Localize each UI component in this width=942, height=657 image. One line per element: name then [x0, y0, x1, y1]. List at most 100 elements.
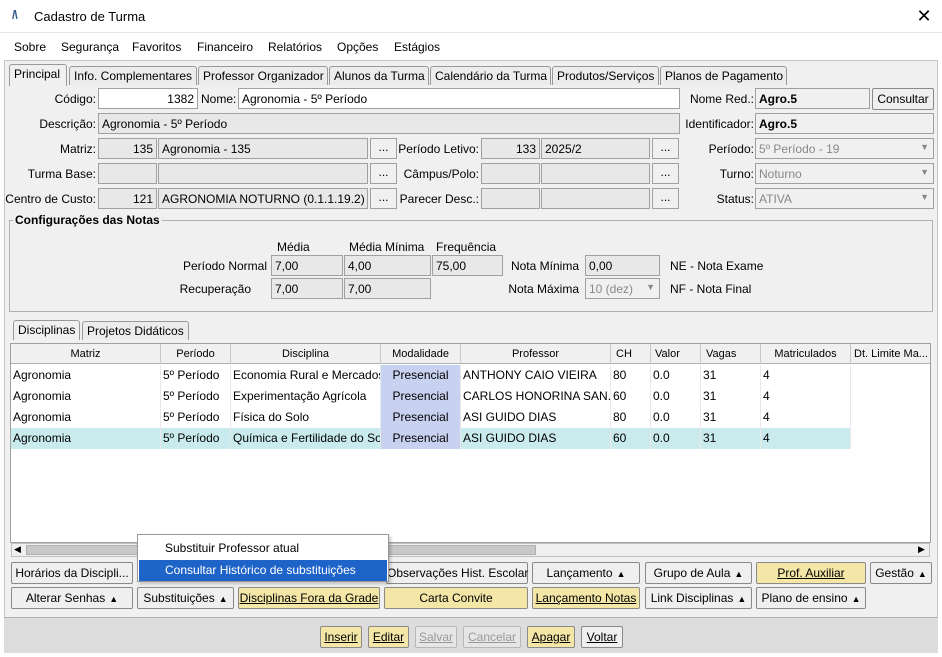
cell-valor: 0.0 [651, 386, 701, 407]
tab-alunos-turma[interactable]: Alunos da Turma [329, 66, 429, 85]
cell-matriculados: 4 [761, 365, 851, 386]
tab-produtos-servicos[interactable]: Produtos/Serviços [552, 66, 659, 85]
pn-frequencia-field[interactable]: 75,00 [432, 255, 503, 276]
observacoes-hist-button[interactable]: Observações Hist. Escolar [386, 562, 528, 584]
tab-info-complementares[interactable]: Info. Complementares [69, 66, 197, 85]
matriz-lookup-button[interactable]: ... [370, 138, 397, 159]
periodo-letivo-code-field[interactable]: 133 [481, 138, 540, 159]
centro-custo-lookup-button[interactable]: ... [370, 188, 397, 209]
menu-seguranca[interactable]: Segurança [61, 40, 119, 54]
col-matriz[interactable]: Matriz [11, 344, 161, 364]
tab-projetos-didaticos[interactable]: Projetos Didáticos [82, 321, 189, 340]
menu-estagios[interactable]: Estágios [394, 40, 440, 54]
salvar-button[interactable]: Salvar [415, 626, 457, 648]
lancamento-notas-button[interactable]: Lançamento Notas [532, 587, 640, 609]
link-disciplinas-button[interactable]: Link Disciplinas ▲ [645, 587, 752, 609]
tab-calendario-turma[interactable]: Calendário da Turma [430, 66, 551, 85]
plano-ensino-button[interactable]: Plano de ensino ▲ [756, 587, 866, 609]
voltar-button[interactable]: Voltar [581, 626, 623, 648]
campus-code-field[interactable] [481, 163, 540, 184]
carta-convite-button[interactable]: Carta Convite [384, 587, 528, 609]
menu-financeiro[interactable]: Financeiro [197, 40, 253, 54]
nota-maxima-select[interactable]: 10 (dez) ▼ [585, 278, 660, 299]
disciplinas-grid: Matriz Período Disciplina Modalidade Pro… [10, 343, 931, 543]
cell-matriculados: 4 [761, 407, 851, 428]
substituir-professor-item[interactable]: Substituir Professor atual [139, 538, 387, 559]
matriz-name-field: Agronomia - 135 [158, 138, 368, 159]
cell-periodo: 5º Período [161, 407, 231, 428]
parecer-code-field[interactable] [481, 188, 540, 209]
col-modalidade[interactable]: Modalidade [381, 344, 461, 364]
tab-planos-pagamento[interactable]: Planos de Pagamento [660, 66, 787, 85]
caret-up-icon: ▲ [737, 594, 747, 604]
tab-disciplinas[interactable]: Disciplinas [13, 320, 80, 340]
nota-minima-field[interactable]: 0,00 [585, 255, 660, 276]
cell-disciplina: Experimentação Agrícola [231, 386, 381, 407]
disciplinas-fora-grade-button[interactable]: Disciplinas Fora da Grade [238, 587, 380, 609]
codigo-field[interactable]: 1382 [98, 88, 198, 109]
turno-label: Turno: [719, 167, 754, 181]
link-disciplinas-label: Link Disciplinas [650, 591, 734, 605]
pn-media-field[interactable]: 7,00 [271, 255, 343, 276]
codigo-label: Código: [54, 92, 96, 106]
status-select[interactable]: ATIVA ▼ [755, 188, 934, 209]
scroll-left-icon[interactable]: ◀ [14, 544, 21, 555]
turma-base-lookup-button[interactable]: ... [370, 163, 397, 184]
menu-sobre[interactable]: Sobre [14, 40, 46, 54]
rec-media-field[interactable]: 7,00 [271, 278, 343, 299]
cell-matriz: Agronomia [11, 407, 161, 428]
col-matriculados[interactable]: Matriculados [761, 344, 851, 364]
rec-media-minima-field[interactable]: 7,00 [344, 278, 431, 299]
parecer-lookup-button[interactable]: ... [652, 188, 679, 209]
cancelar-button[interactable]: Cancelar [463, 626, 521, 648]
col-vagas[interactable]: Vagas [701, 344, 761, 364]
inserir-button[interactable]: Inserir [320, 626, 362, 648]
turma-base-code-field[interactable] [98, 163, 157, 184]
col-valor[interactable]: Valor [651, 344, 701, 364]
col-professor[interactable]: Professor [461, 344, 611, 364]
menu-favoritos[interactable]: Favoritos [132, 40, 181, 54]
matriz-code-field[interactable]: 135 [98, 138, 157, 159]
periodo-select[interactable]: 5º Período - 19 ▼ [755, 138, 934, 159]
lancamento-button[interactable]: Lançamento ▲ [532, 562, 640, 584]
editar-button[interactable]: Editar [368, 626, 409, 648]
prof-auxiliar-button[interactable]: Prof. Auxiliar [756, 562, 866, 584]
grupo-aula-button[interactable]: Grupo de Aula ▲ [645, 562, 752, 584]
alterar-senhas-button[interactable]: Alterar Senhas ▲ [11, 587, 133, 609]
col-disciplina[interactable]: Disciplina [231, 344, 381, 364]
gestao-button[interactable]: Gestão ▲ [870, 562, 932, 584]
consultar-historico-item[interactable]: Consultar Histórico de substituições [139, 560, 387, 581]
menu-opcoes[interactable]: Opções [337, 40, 378, 54]
table-row[interactable]: Agronomia 5º Período Física do Solo Presenc… [11, 407, 930, 428]
periodo-letivo-lookup-button[interactable]: ... [652, 138, 679, 159]
campus-label: Câmpus/Polo: [403, 167, 479, 181]
turno-select[interactable]: Noturno ▼ [755, 163, 934, 184]
col-periodo[interactable]: Período [161, 344, 231, 364]
table-row[interactable]: Agronomia 5º Período Experimentação Agríco… [11, 386, 930, 407]
identificador-field[interactable]: Agro.5 [755, 113, 934, 134]
menu-relatorios[interactable]: Relatórios [268, 40, 322, 54]
nf-legend: NF - Nota Final [670, 282, 752, 296]
periodo-letivo-label: Período Letivo: [398, 142, 479, 156]
apagar-button[interactable]: Apagar [527, 626, 575, 648]
scroll-right-icon[interactable]: ▶ [918, 544, 925, 555]
tab-principal[interactable]: Principal [9, 64, 67, 86]
pn-media-minima-field[interactable]: 4,00 [344, 255, 431, 276]
consultar-button[interactable]: Consultar [872, 88, 934, 110]
grid-header: Matriz Período Disciplina Modalidade Pro… [11, 344, 930, 364]
substituicoes-button[interactable]: Substituições ▲ [137, 587, 234, 609]
tab-professor-organizador[interactable]: Professor Organizador [198, 66, 328, 85]
col-dt-limite[interactable]: Dt. Limite Ma... [851, 344, 930, 364]
caret-up-icon: ▲ [218, 594, 228, 604]
table-row[interactable]: Agronomia 5º Período Economia Rural e Merc… [11, 365, 930, 386]
col-ch[interactable]: CH [611, 344, 651, 364]
nome-red-field[interactable]: Agro.5 [755, 88, 870, 109]
caret-up-icon: ▲ [851, 594, 861, 604]
descricao-field[interactable]: Agronomia - 5º Período [98, 113, 680, 134]
campus-lookup-button[interactable]: ... [652, 163, 679, 184]
nome-field[interactable]: Agronomia - 5º Período [238, 88, 680, 109]
close-icon[interactable]: ✕ [912, 4, 936, 28]
horarios-disciplina-button[interactable]: Horários da Discipli... [11, 562, 133, 584]
table-row[interactable]: Agronomia 5º Período Química e Fertilidade… [11, 428, 930, 449]
centro-custo-code-field[interactable]: 121 [98, 188, 157, 209]
